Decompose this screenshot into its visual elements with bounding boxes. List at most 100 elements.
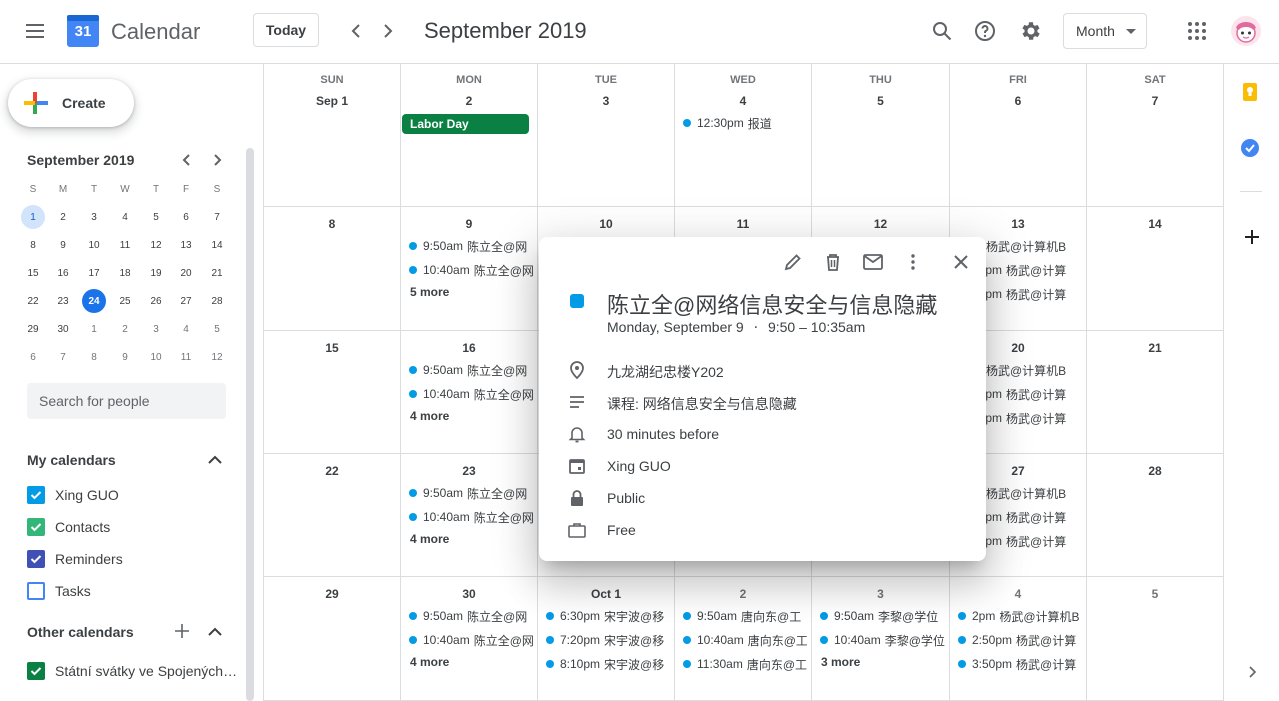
- mini-cal-day[interactable]: 9: [51, 233, 75, 257]
- event-chip[interactable]: 2:50pm 杨武@计算: [958, 630, 1082, 650]
- mini-cal-day[interactable]: 7: [51, 345, 75, 369]
- calendar-list-item[interactable]: Reminders: [27, 547, 123, 571]
- apps-button[interactable]: [1177, 11, 1217, 51]
- day-number[interactable]: 2: [675, 587, 811, 601]
- day-cell[interactable]: 5: [1087, 577, 1224, 701]
- event-chip[interactable]: 10:40am 陈立全@网: [409, 384, 533, 404]
- day-cell[interactable]: THU 5: [812, 64, 950, 207]
- day-cell[interactable]: 29: [264, 577, 401, 701]
- view-switcher[interactable]: Month: [1063, 13, 1147, 49]
- event-location[interactable]: 九龙湖纪忠楼Y202: [607, 362, 724, 382]
- day-number[interactable]: 6: [950, 94, 1086, 108]
- mini-cal-day[interactable]: 4: [113, 205, 137, 229]
- delete-event-button[interactable]: [821, 250, 845, 274]
- mini-cal-day[interactable]: 27: [174, 289, 198, 313]
- day-number[interactable]: 21: [1087, 341, 1223, 355]
- day-number[interactable]: 3: [538, 94, 674, 108]
- day-number[interactable]: 2: [401, 94, 537, 108]
- other-calendars-collapse-button[interactable]: [205, 622, 225, 642]
- event-chip[interactable]: 10:40am 陈立全@网: [409, 507, 533, 527]
- day-cell[interactable]: 14: [1087, 207, 1224, 331]
- mini-cal-day[interactable]: 9: [113, 345, 137, 369]
- day-number[interactable]: 12: [812, 217, 949, 231]
- search-people-input[interactable]: Search for people: [27, 383, 226, 419]
- help-button[interactable]: [965, 11, 1005, 51]
- event-chip[interactable]: 11:30am 唐向东@工: [683, 654, 807, 674]
- day-number[interactable]: 3: [812, 587, 949, 601]
- day-cell[interactable]: 16 9:50am 陈立全@网 10:40am 陈立全@网 4 more: [401, 331, 538, 454]
- mini-cal-day[interactable]: 19: [144, 261, 168, 285]
- more-events-link[interactable]: 3 more: [821, 655, 860, 669]
- mini-cal-day[interactable]: 2: [51, 205, 75, 229]
- more-options-button[interactable]: [901, 250, 925, 274]
- event-chip[interactable]: 9:50am 陈立全@网: [409, 360, 533, 380]
- calendar-list-item[interactable]: Contacts: [27, 515, 110, 539]
- mini-cal-day[interactable]: 17: [82, 261, 106, 285]
- more-events-link[interactable]: 4 more: [410, 409, 449, 423]
- calendar-logo[interactable]: 31: [67, 15, 99, 47]
- mini-cal-day[interactable]: 1: [82, 317, 106, 341]
- event-chip[interactable]: 9:50am 李黎@学位: [820, 606, 945, 626]
- mini-cal-day[interactable]: 20: [174, 261, 198, 285]
- mini-cal-day[interactable]: 7: [205, 205, 229, 229]
- day-number[interactable]: 29: [264, 587, 400, 601]
- mini-cal-day[interactable]: 10: [144, 345, 168, 369]
- day-cell[interactable]: TUE 3: [538, 64, 675, 207]
- mini-cal-day[interactable]: 5: [205, 317, 229, 341]
- event-chip[interactable]: 9:50am 陈立全@网: [409, 236, 533, 256]
- day-number[interactable]: 10: [538, 217, 674, 231]
- mini-cal-day[interactable]: 21: [205, 261, 229, 285]
- mini-cal-next-button[interactable]: [207, 150, 227, 170]
- mini-cal-day[interactable]: 8: [82, 345, 106, 369]
- mini-cal-day[interactable]: 13: [174, 233, 198, 257]
- day-number[interactable]: 4: [950, 587, 1086, 601]
- mini-cal-day[interactable]: 6: [21, 345, 45, 369]
- day-number[interactable]: 8: [264, 217, 400, 231]
- expand-side-panel-button[interactable]: [1242, 662, 1262, 682]
- day-cell[interactable]: 23 9:50am 陈立全@网 10:40am 陈立全@网 4 more: [401, 454, 538, 577]
- day-cell[interactable]: 21: [1087, 331, 1224, 454]
- day-cell[interactable]: SUN Sep 1: [264, 64, 401, 207]
- event-chip[interactable]: 9:50am 陈立全@网: [409, 606, 533, 626]
- email-guests-button[interactable]: [861, 250, 885, 274]
- event-chip[interactable]: 10:40am 陈立全@网: [409, 630, 533, 650]
- day-cell[interactable]: 4 2pm 杨武@计算机B 2:50pm 杨武@计算 3:50pm 杨武@计算: [950, 577, 1087, 701]
- day-cell[interactable]: 2 9:50am 唐向东@工 10:40am 唐向东@工 11:30am 唐向东@工: [675, 577, 812, 701]
- event-chip[interactable]: 6:30pm 宋宇波@移: [546, 606, 670, 626]
- next-period-button[interactable]: [368, 11, 408, 51]
- mini-cal-day[interactable]: 10: [82, 233, 106, 257]
- checkbox-checked-icon[interactable]: [27, 550, 45, 568]
- checkbox-checked-icon[interactable]: [27, 486, 45, 504]
- day-number[interactable]: 22: [264, 464, 400, 478]
- day-cell[interactable]: 28: [1087, 454, 1224, 577]
- get-addons-button[interactable]: [1240, 225, 1264, 249]
- more-events-link[interactable]: 4 more: [410, 532, 449, 546]
- day-number[interactable]: 15: [264, 341, 400, 355]
- mini-cal-day[interactable]: 22: [21, 289, 45, 313]
- day-number[interactable]: Oct 1: [538, 587, 674, 601]
- day-number[interactable]: 11: [675, 217, 811, 231]
- all-day-event[interactable]: Labor Day: [402, 114, 529, 134]
- day-cell[interactable]: 30 9:50am 陈立全@网 10:40am 陈立全@网 4 more: [401, 577, 538, 701]
- mini-cal-day[interactable]: 11: [113, 233, 137, 257]
- today-button[interactable]: Today: [253, 13, 319, 47]
- day-number[interactable]: 9: [401, 217, 537, 231]
- mini-cal-day[interactable]: 30: [51, 317, 75, 341]
- calendar-list-item[interactable]: Státní svátky ve Spojených…: [27, 659, 237, 683]
- keep-button[interactable]: [1238, 80, 1262, 104]
- day-number[interactable]: 5: [812, 94, 949, 108]
- event-chip[interactable]: 3:50pm 杨武@计算: [958, 654, 1082, 674]
- day-cell[interactable]: 9 9:50am 陈立全@网 10:40am 陈立全@网 5 more: [401, 207, 538, 331]
- day-number[interactable]: 30: [401, 587, 537, 601]
- mini-cal-day[interactable]: 23: [51, 289, 75, 313]
- event-chip[interactable]: 12:30pm 报道: [683, 113, 807, 133]
- mini-cal-day[interactable]: 15: [21, 261, 45, 285]
- mini-cal-day[interactable]: 2: [113, 317, 137, 341]
- mini-cal-day[interactable]: 24: [82, 289, 106, 313]
- day-cell[interactable]: MON 2 Labor Day: [401, 64, 538, 207]
- sidebar-scrollbar[interactable]: [246, 148, 254, 701]
- calendar-list-item[interactable]: Tasks: [27, 579, 91, 603]
- day-cell[interactable]: 15: [264, 331, 401, 454]
- checkbox-unchecked-icon[interactable]: [27, 582, 45, 600]
- event-chip[interactable]: 7:20pm 宋宇波@移: [546, 630, 670, 650]
